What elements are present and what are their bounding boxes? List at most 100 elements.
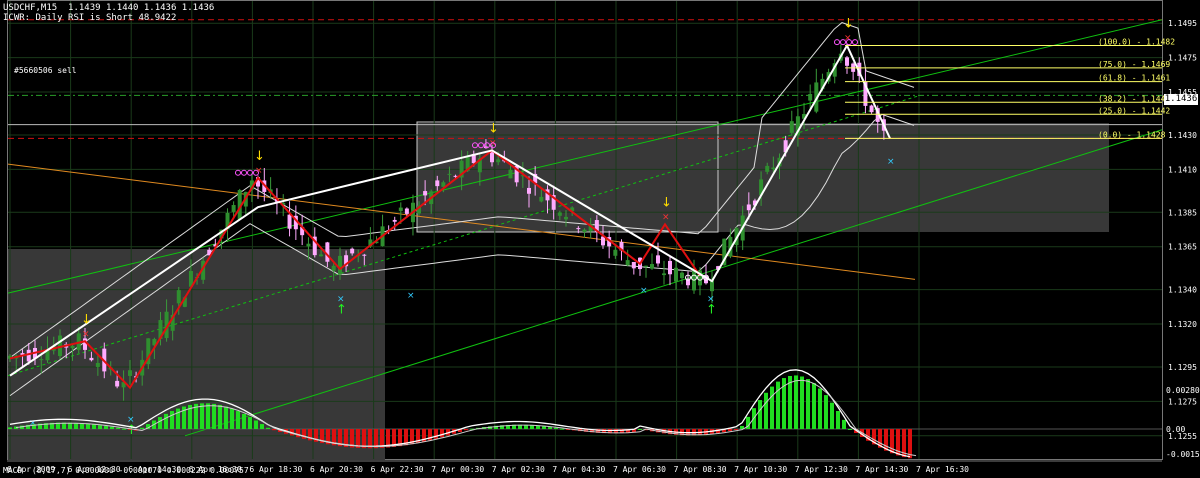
candle-body (338, 255, 342, 275)
macd-bar (266, 427, 270, 429)
down-arrow-icon: ↓ (843, 17, 854, 32)
candle-body (423, 191, 428, 196)
macd-bar (98, 425, 102, 429)
candle-body (650, 264, 654, 269)
level-lines (8, 19, 1162, 139)
order-label: #5660506 sell (14, 66, 77, 75)
candle-body (582, 229, 587, 232)
price-tick-label: 1.1295 (1168, 363, 1197, 372)
macd-bar (794, 375, 798, 429)
candle-body (115, 380, 120, 387)
price-tick-label: 1.1475 (1168, 54, 1197, 63)
macd-bar (824, 395, 828, 429)
price-tick-label: 1.1255 (1168, 432, 1197, 441)
fib-label: (25.0) - 1.1442 (1098, 106, 1170, 115)
candle-body (392, 219, 397, 222)
macd-bar (548, 427, 552, 429)
macd-bar (560, 428, 564, 430)
candle-body (89, 357, 94, 361)
main-chart[interactable]: ↓×↓×↓×↓×↓×× ×× ××××↑↑ ↑ (100.0) - 1.1482(75… (0, 0, 1200, 478)
price-tick-label: 1.1410 (1168, 165, 1197, 174)
macd-bar (248, 417, 252, 429)
candle-body (128, 370, 132, 376)
candle-body (447, 173, 452, 175)
candle-body (527, 187, 531, 194)
up-arrow-icon: ↑ (706, 303, 717, 318)
macd-bar (236, 411, 240, 429)
macd-bar (170, 411, 174, 429)
candle-body (404, 208, 409, 214)
macd-bar (830, 402, 834, 429)
fib-label: (100.0) - 1.1482 (1098, 38, 1175, 47)
candle-body (319, 254, 324, 257)
candle-body (662, 273, 666, 276)
candle-body (631, 261, 636, 269)
swing-low-icon: × (887, 157, 895, 167)
macd-bar (764, 392, 768, 429)
macd-axis-label: 0.002803 (1166, 386, 1200, 395)
macd-bar (554, 427, 558, 429)
candle-body (70, 345, 75, 349)
swing-high-icon: × (255, 166, 263, 176)
macd-bar (218, 404, 222, 429)
up-arrow-icon: ↑ (336, 303, 347, 318)
price-axis: 1.14951.14751.14551.14301.14101.13851.13… (1168, 19, 1197, 441)
macd-bar (728, 429, 732, 431)
symbol-line: USDCHF,M15 1.1439 1.1440 1.1436 1.1436 (3, 3, 215, 13)
macd-bar (848, 429, 852, 430)
down-arrow-icon: ↓ (661, 195, 672, 210)
time-tick-label: 7 Apr 12:30 (795, 465, 848, 474)
candle-body (576, 228, 581, 230)
price-tick-label: 1.1385 (1168, 208, 1197, 217)
macd-bar (296, 429, 300, 438)
macd-bar (368, 429, 372, 449)
candle-body (231, 205, 236, 212)
macd-bar (356, 429, 360, 448)
pattern-dot-icon (852, 39, 858, 46)
macd-bar (140, 427, 144, 429)
candle-body (765, 165, 770, 172)
pattern-dot-icon (235, 169, 241, 176)
time-tick-label: 6 Apr 22:30 (371, 465, 424, 474)
macd-bar (836, 410, 840, 429)
candle-body (350, 248, 355, 254)
time-tick-label: 7 Apr 08:30 (674, 465, 727, 474)
time-tick-label: 7 Apr 10:30 (734, 465, 787, 474)
candle-body (625, 260, 630, 266)
macd-bar (92, 424, 96, 429)
candle-body (39, 359, 44, 361)
price-tick-label: 1.1430 (1168, 131, 1197, 140)
time-tick-label: 7 Apr 14:30 (855, 465, 908, 474)
candle-body (490, 151, 494, 163)
supply-zone (417, 123, 1109, 232)
macd-bar (440, 429, 444, 438)
macd-bar (242, 413, 246, 429)
pattern-dot-icon (834, 39, 840, 46)
macd-bar (260, 424, 264, 429)
macd-bar (200, 403, 204, 429)
candle-body (557, 212, 562, 216)
indicator-line: ICWR: Daily RSI is Short 48.9422 (3, 13, 177, 23)
candle-body (771, 167, 776, 170)
candle-body (668, 260, 672, 275)
time-tick-label: 7 Apr 00:30 (431, 465, 484, 474)
swing-high-icon: × (662, 212, 670, 222)
price-tick-label: 1.1495 (1168, 19, 1197, 28)
candle-body (808, 93, 813, 101)
fib-label: (0.0) - 1.1428 (1098, 130, 1166, 139)
time-tick-label: 7 Apr 04:30 (552, 465, 605, 474)
macd-bar (8, 427, 12, 429)
candle-body (435, 180, 440, 187)
candle-body (496, 159, 501, 163)
macd-bar (812, 383, 816, 429)
candle-body (95, 362, 100, 367)
macd-bar (80, 423, 84, 429)
down-arrow-icon: ↓ (254, 149, 265, 164)
price-tick-label: 1.1320 (1168, 320, 1197, 329)
macd-bar (230, 408, 234, 429)
candle-body (674, 267, 678, 282)
candle-body (83, 338, 87, 350)
macd-bar (464, 429, 468, 431)
candle-body (287, 214, 292, 229)
macd-bar (212, 403, 216, 429)
